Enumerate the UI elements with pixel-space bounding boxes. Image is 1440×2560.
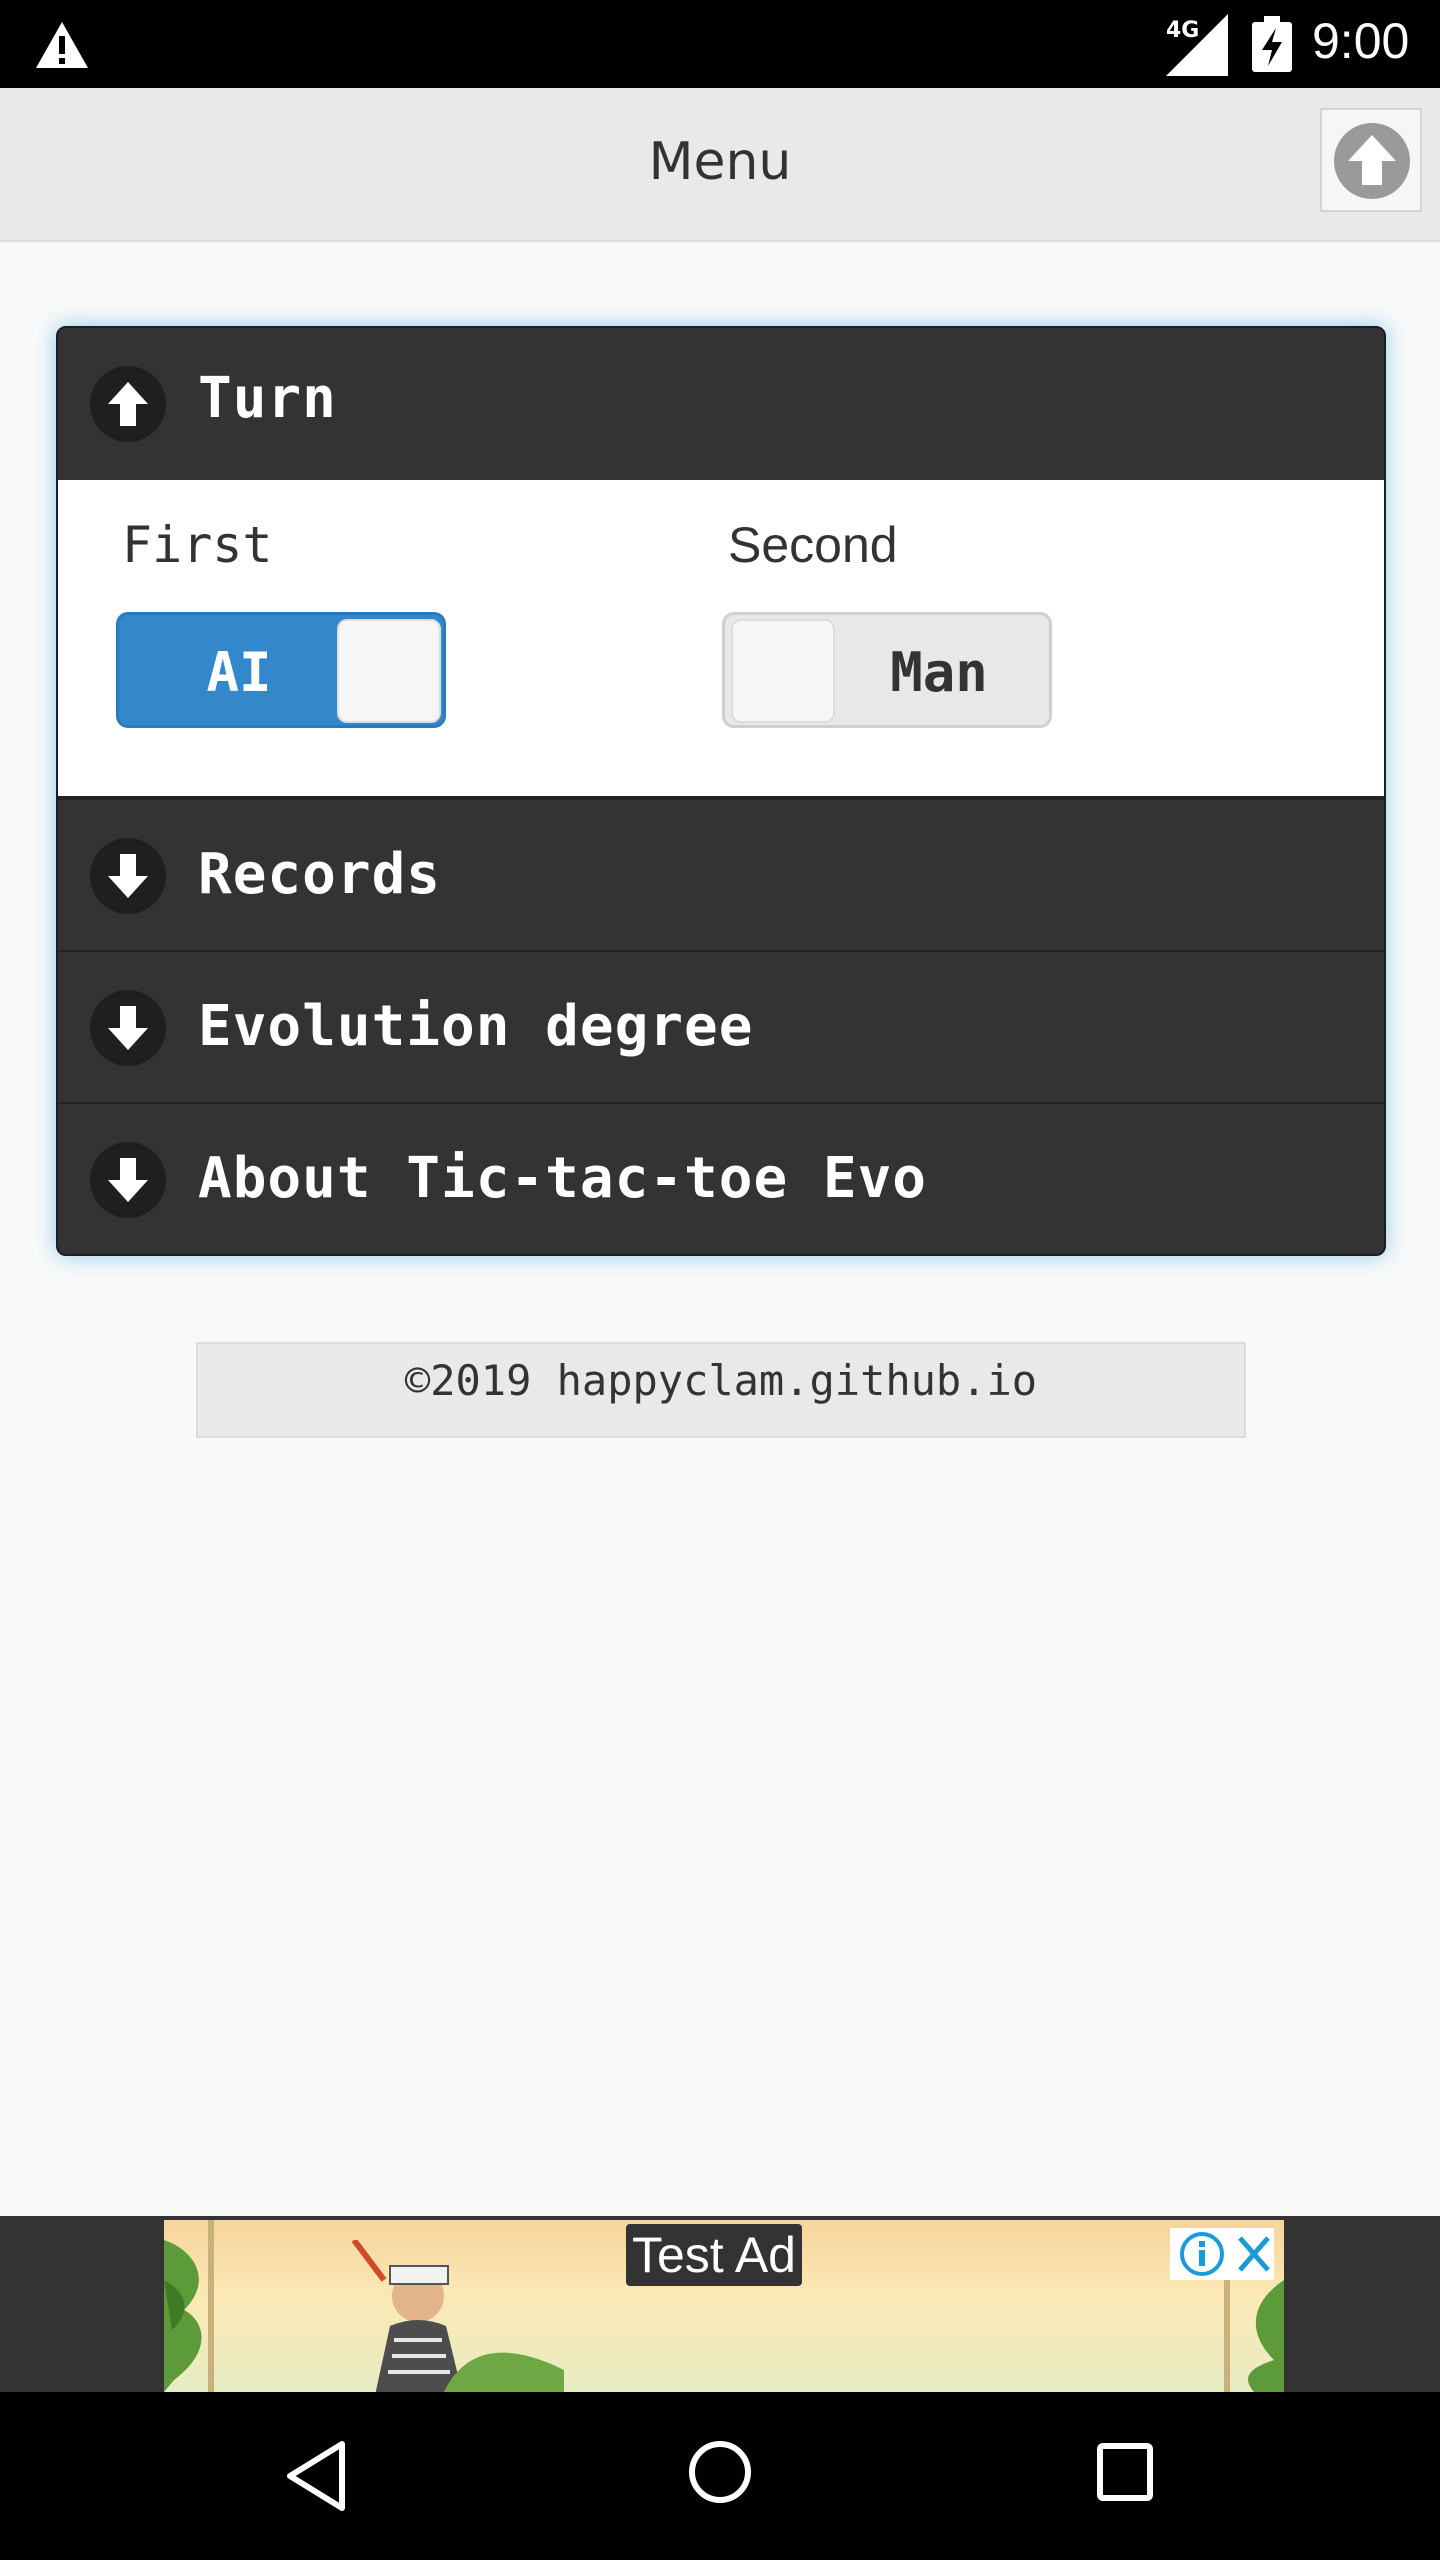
page-title: Menu: [648, 132, 792, 192]
evolution-title: Evolution degree: [198, 994, 754, 1059]
arrow-down-icon: [90, 990, 166, 1066]
records-title: Records: [198, 842, 442, 907]
evolution-collapsible-header[interactable]: Evolution degree: [58, 950, 1384, 1102]
clock: 9:00: [1312, 13, 1410, 69]
first-label: First: [122, 516, 273, 574]
network-type: 4G: [1166, 18, 1200, 43]
arrow-down-icon: [90, 838, 166, 914]
second-player-toggle[interactable]: Man: [722, 612, 1052, 728]
battery-charging-icon: [1252, 16, 1292, 72]
first-player-toggle[interactable]: AI: [116, 612, 446, 728]
menu-collapsible-set: Turn First Second AI Man Records Evoluti…: [56, 326, 1386, 1256]
arrow-up-circle-icon: [1334, 123, 1410, 199]
ad-choices[interactable]: [1170, 2228, 1274, 2280]
toggle-off-label: Man: [890, 641, 988, 704]
ad-banner[interactable]: Test Ad: [164, 2220, 1284, 2392]
toggle-knob[interactable]: [337, 619, 441, 723]
foliage-left-lower-image: [444, 2352, 564, 2392]
arrow-down-icon: [90, 1142, 166, 1218]
about-collapsible-header[interactable]: About Tic-tac-toe Evo: [58, 1102, 1384, 1254]
toggle-on-label: AI: [206, 641, 272, 704]
toggle-knob[interactable]: [731, 619, 835, 723]
turn-title: Turn: [198, 366, 337, 431]
header: Menu: [0, 88, 1440, 242]
second-label: Second: [728, 517, 898, 573]
status-bar: 4G 9:00: [0, 0, 1440, 88]
ad-label: Test Ad: [626, 2224, 802, 2286]
turn-content: First Second AI Man: [58, 480, 1384, 798]
foliage-left-image: [164, 2220, 214, 2392]
copyright-text: ©2019 happyclam.github.io: [404, 1356, 1038, 1405]
turn-collapsible-header[interactable]: Turn: [58, 328, 1384, 480]
scroll-top-button[interactable]: [1320, 108, 1422, 212]
home-icon[interactable]: [688, 2440, 752, 2504]
footer: ©2019 happyclam.github.io: [196, 1342, 1246, 1438]
recents-icon[interactable]: [1096, 2442, 1154, 2502]
back-icon[interactable]: [284, 2440, 348, 2512]
records-collapsible-header[interactable]: Records: [58, 798, 1384, 950]
info-close-icon[interactable]: [1170, 2228, 1274, 2280]
about-title: About Tic-tac-toe Evo: [198, 1146, 928, 1211]
navigation-bar: [0, 2392, 1440, 2560]
warning-icon: [36, 22, 88, 68]
arrow-up-icon: [90, 366, 166, 442]
